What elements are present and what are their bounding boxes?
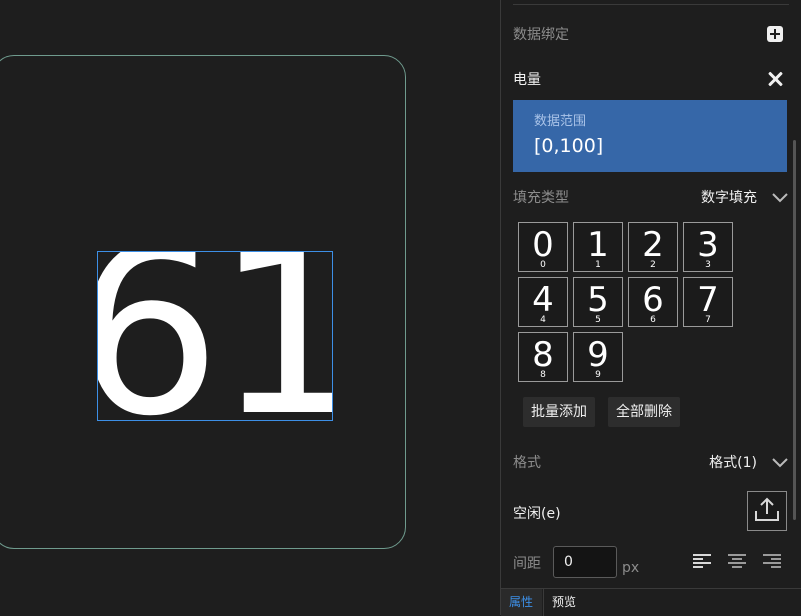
- digit-tile[interactable]: 2 2: [628, 222, 678, 272]
- digit-caption: 9: [595, 370, 601, 380]
- digit-glyph: 7: [697, 280, 719, 320]
- tab-preview[interactable]: 预览: [543, 589, 584, 616]
- digit-glyph: 3: [697, 225, 719, 265]
- binding-name: 电量: [513, 72, 541, 88]
- digit-tile[interactable]: 5 5: [573, 277, 623, 327]
- format-select[interactable]: 格式(1): [709, 452, 788, 472]
- digit-tile[interactable]: 3 3: [683, 222, 733, 272]
- idle-state-label: 空闲(e): [513, 506, 561, 522]
- fill-type-label: 填充类型: [513, 190, 569, 206]
- digit-glyph: 0: [532, 225, 554, 265]
- upload-image-button[interactable]: [747, 491, 787, 531]
- digit-tile[interactable]: 8 8: [518, 332, 568, 382]
- binding-header-row: 电量: [513, 69, 783, 89]
- format-value: 格式(1): [709, 455, 757, 471]
- fill-type-select[interactable]: 数字填充: [701, 187, 788, 207]
- digit-glyph: 9: [587, 335, 609, 375]
- digit-glyph: 2: [642, 225, 664, 265]
- digit-tile[interactable]: 9 9: [573, 332, 623, 382]
- tab-properties[interactable]: 属性: [501, 589, 542, 616]
- data-binding-row: 数据绑定: [513, 24, 783, 44]
- panel-top-divider: [513, 4, 789, 5]
- data-binding-label: 数据绑定: [513, 27, 569, 43]
- spacing-input[interactable]: 0: [553, 546, 617, 578]
- remove-binding-close-icon[interactable]: [767, 71, 783, 87]
- align-left-icon[interactable]: [693, 553, 711, 569]
- digit-widget[interactable]: 61: [97, 251, 333, 421]
- spacing-label: 间距: [513, 556, 541, 572]
- format-row: 格式 格式(1): [513, 452, 788, 472]
- fill-type-value: 数字填充: [701, 190, 757, 206]
- digit-caption: 3: [705, 260, 711, 270]
- align-center-icon[interactable]: [728, 553, 746, 569]
- panel-scrollbar[interactable]: [793, 140, 796, 520]
- digit-display: 61: [98, 252, 332, 420]
- digit-caption: 5: [595, 315, 601, 325]
- add-binding-plus-icon[interactable]: [767, 26, 783, 42]
- data-range-card[interactable]: 数据范围 [0,100]: [513, 100, 787, 172]
- digit-tile[interactable]: 4 4: [518, 277, 568, 327]
- digit-caption: 1: [595, 260, 601, 270]
- align-right-icon[interactable]: [763, 553, 781, 569]
- digit-caption: 2: [650, 260, 656, 270]
- digit-glyph: 1: [587, 225, 609, 265]
- digit-caption: 0: [540, 260, 546, 270]
- digit-tile[interactable]: 0 0: [518, 222, 568, 272]
- chevron-down-icon: [771, 191, 788, 203]
- batch-add-button[interactable]: 批量添加: [523, 397, 595, 427]
- upload-icon: [753, 495, 781, 527]
- digit-glyph: 5: [587, 280, 609, 320]
- fill-type-row: 填充类型 数字填充: [513, 187, 788, 207]
- delete-all-button[interactable]: 全部删除: [608, 397, 680, 427]
- format-label: 格式: [513, 455, 541, 471]
- digit-tile[interactable]: 1 1: [573, 222, 623, 272]
- digit-caption: 8: [540, 370, 546, 380]
- digit-caption: 4: [540, 315, 546, 325]
- data-range-value: [0,100]: [534, 135, 604, 157]
- digit-caption: 7: [705, 315, 711, 325]
- data-range-title: 数据范围: [534, 114, 587, 129]
- design-canvas[interactable]: 61: [0, 0, 500, 615]
- chevron-down-icon: [771, 456, 788, 468]
- digit-caption: 6: [650, 315, 656, 325]
- properties-panel: 数据绑定 电量 数据范围 [0,100] 填充类型 数字填充 0 0 1 1 2…: [501, 0, 801, 616]
- spacing-unit: px: [622, 560, 640, 576]
- digit-glyph: 4: [532, 280, 554, 320]
- digit-tile[interactable]: 7 7: [683, 277, 733, 327]
- digit-glyph: 6: [642, 280, 664, 320]
- digit-tile[interactable]: 6 6: [628, 277, 678, 327]
- text-align-group: [693, 553, 781, 569]
- digit-glyph: 8: [532, 335, 554, 375]
- panel-tabbar: 属性 预览: [501, 588, 801, 616]
